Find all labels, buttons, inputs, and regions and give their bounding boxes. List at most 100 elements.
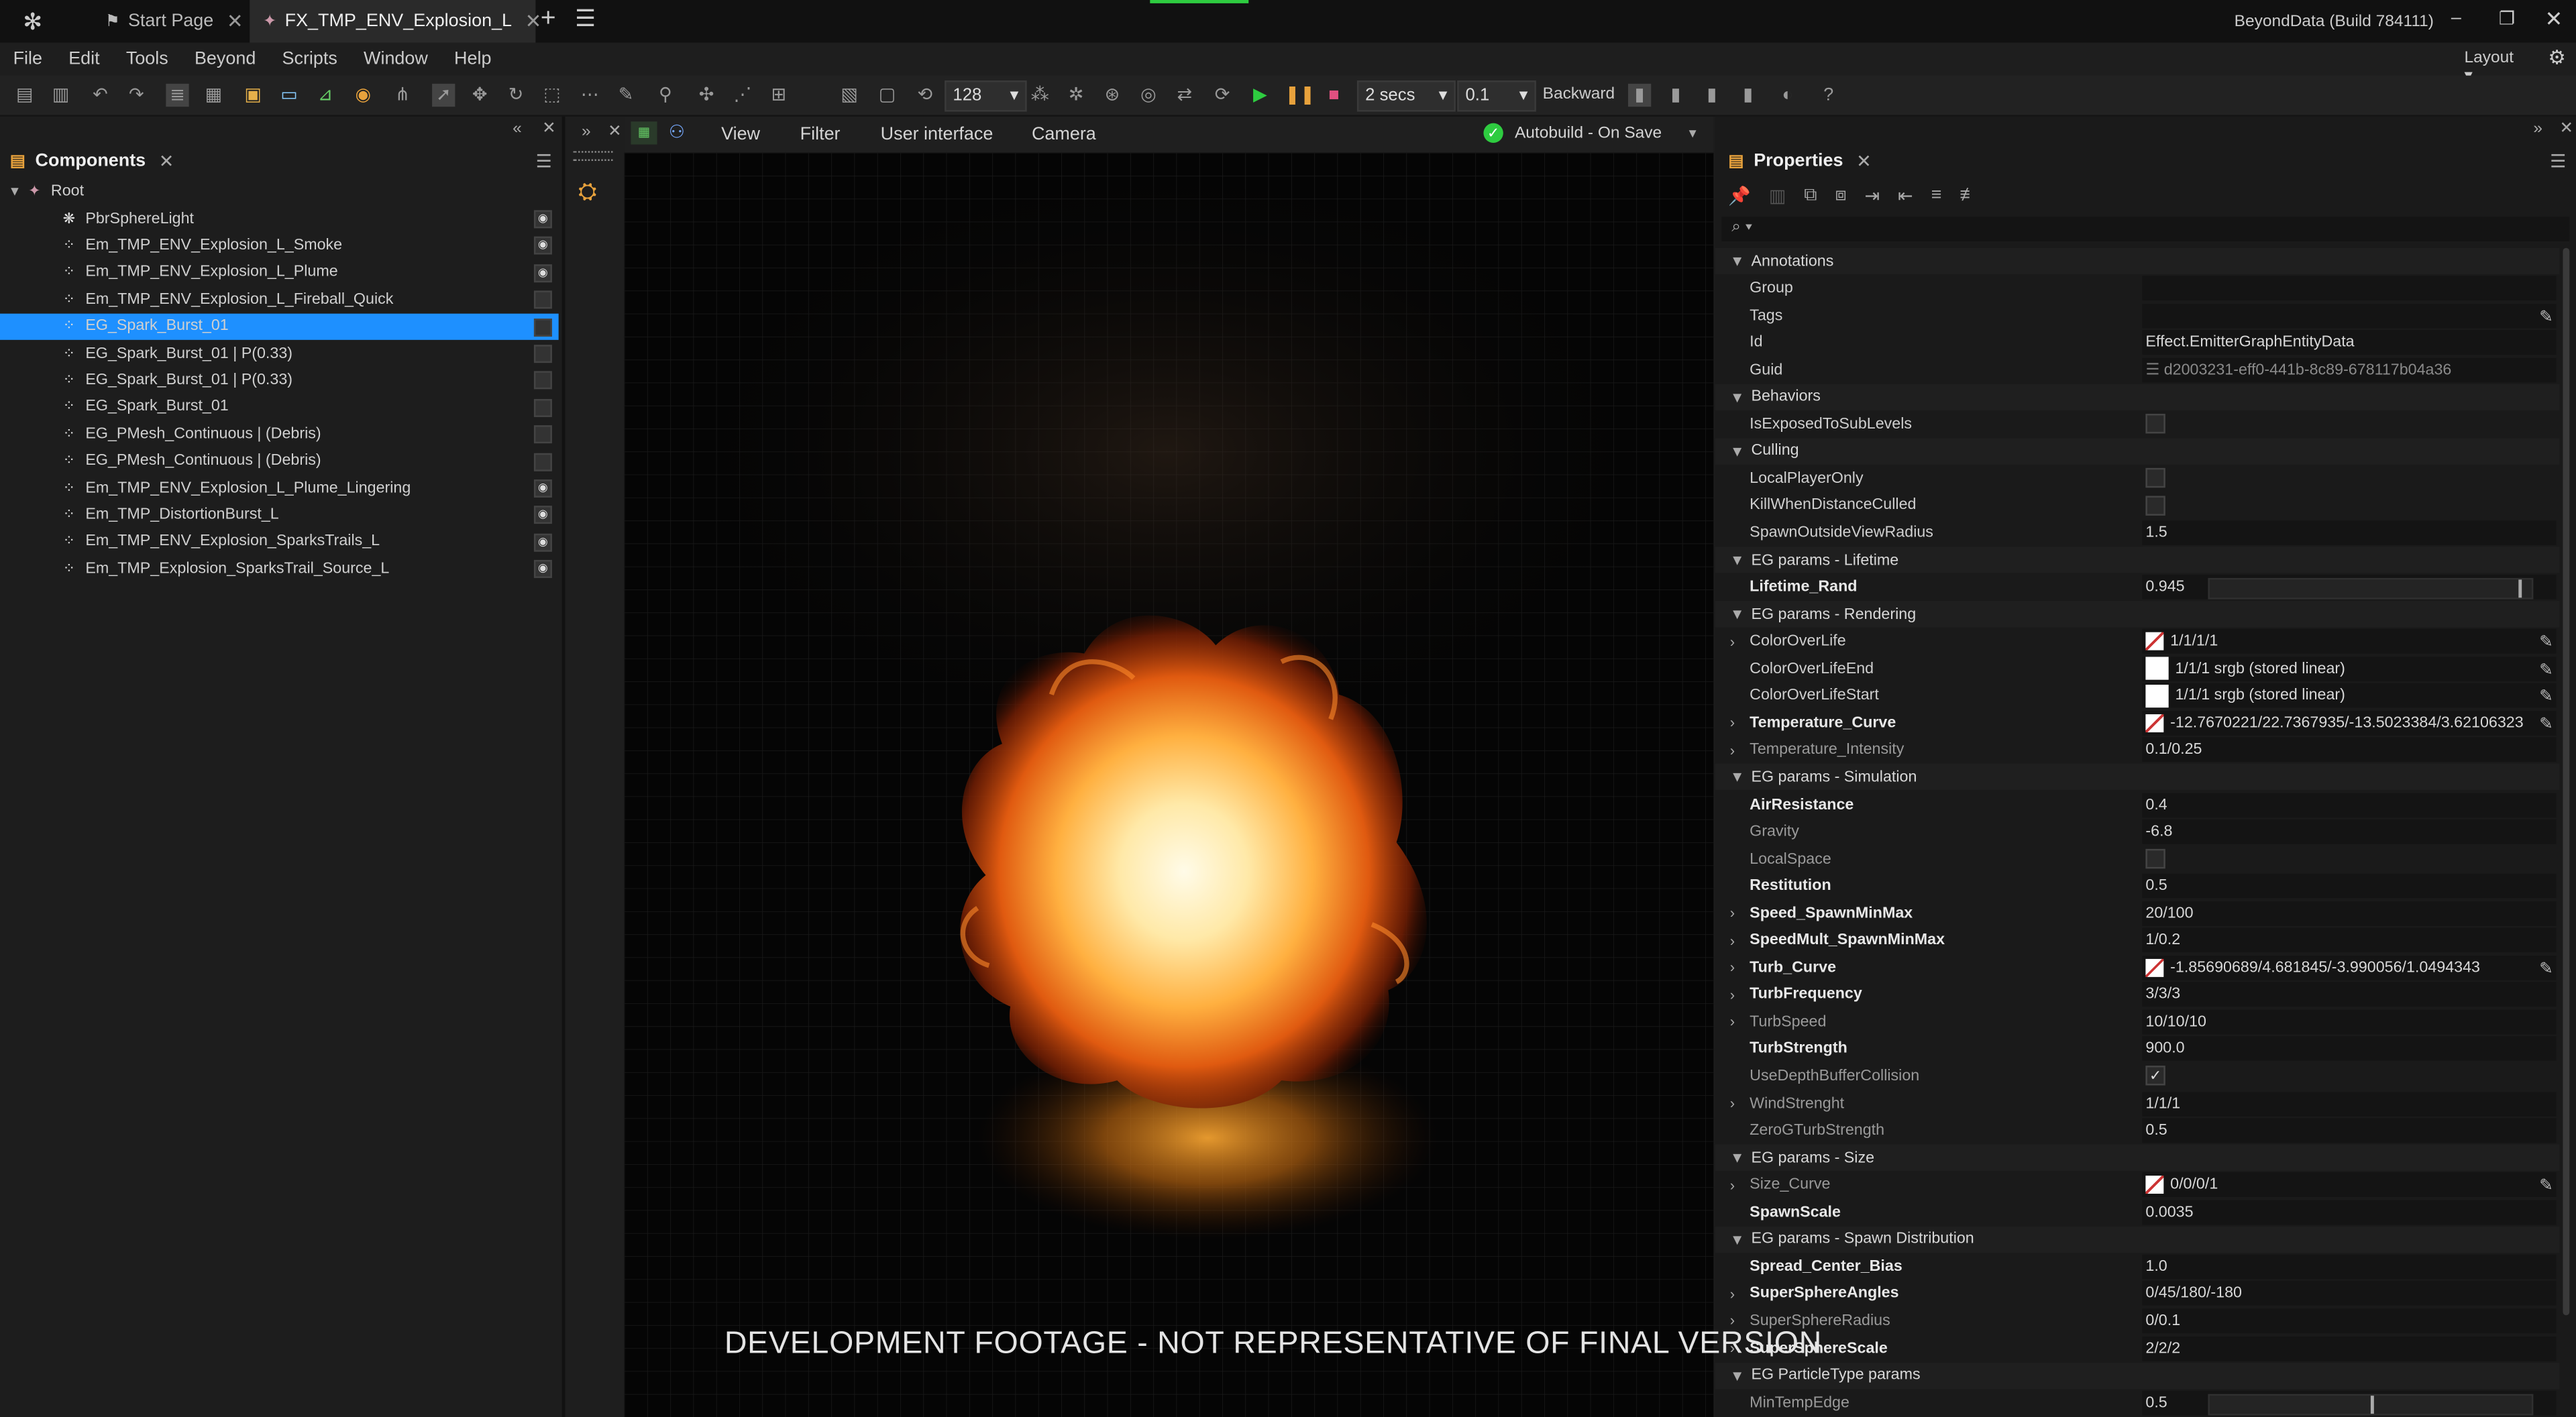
render-viewport[interactable]	[624, 152, 1714, 1417]
value-slider[interactable]	[2208, 1393, 2534, 1415]
tree-item[interactable]: ⁘ EG_PMesh_Continuous | (Debris)	[0, 420, 559, 447]
visibility-toggle-icon[interactable]	[533, 318, 552, 336]
particle-icon[interactable]: ⊛	[1101, 84, 1124, 107]
property-section[interactable]: ▼ EG params - Simulation	[1715, 764, 2560, 791]
edit-icon[interactable]: ✎	[2539, 712, 2553, 735]
property-value[interactable]: 1/1/1 srgb (stored linear) ✎	[2142, 656, 2557, 681]
undo-icon[interactable]: ↶	[89, 84, 111, 107]
scale-tool-icon[interactable]: ⬚	[541, 84, 564, 107]
tree-item[interactable]: ⁘ Em_TMP_ENV_Explosion_SparksTrails_L ◉	[0, 528, 559, 555]
panel-menu-icon[interactable]: ☰	[536, 150, 552, 171]
visibility-toggle-icon[interactable]	[533, 345, 552, 363]
stats-4-icon[interactable]: ▮	[1737, 84, 1760, 107]
chevron-down-icon[interactable]: ▼	[1730, 443, 1745, 459]
menu-tools[interactable]: Tools	[126, 49, 168, 68]
tree-item[interactable]: ⁘ EG_Spark_Burst_01 | P(0.33)	[0, 367, 559, 393]
pin-icon[interactable]: ⚲	[654, 84, 677, 107]
chevron-down-icon[interactable]: ▼	[1730, 769, 1745, 785]
checkbox[interactable]: ✓	[2145, 1066, 2165, 1086]
settings-gear-icon[interactable]: ⚙	[2548, 46, 2565, 69]
property-value[interactable]: 0.5	[2142, 1390, 2557, 1415]
pencil-icon[interactable]: ✎	[614, 84, 637, 107]
property-value[interactable]: 1.5	[2142, 520, 2557, 545]
collapse-panel-icon[interactable]: «	[513, 120, 522, 138]
import-icon[interactable]: ⇥	[1865, 184, 1880, 206]
chevron-down-icon[interactable]: ▼	[1730, 1149, 1745, 1166]
edit-icon[interactable]: ✎	[2539, 957, 2553, 980]
property-value[interactable]	[2142, 466, 2556, 491]
property-value[interactable]: 10/10/10	[2142, 1009, 2557, 1035]
visibility-toggle-icon[interactable]	[533, 290, 552, 309]
property-value[interactable]	[2142, 276, 2557, 301]
visibility-toggle-icon[interactable]: ◉	[533, 533, 552, 552]
property-value[interactable]: 0.1/0.25	[2142, 738, 2557, 763]
property-value[interactable]: Effect.EmitterGraphEntityData	[2142, 330, 2557, 355]
export-icon[interactable]: ⇤	[1898, 184, 1913, 206]
menu-edit[interactable]: Edit	[68, 49, 99, 68]
property-value[interactable]: -12.7670221/22.7367935/-13.5023384/3.621…	[2142, 710, 2557, 736]
stats-1-icon[interactable]: ▮	[1627, 83, 1652, 107]
monitor-icon[interactable]: ▭	[278, 84, 301, 107]
property-value[interactable]: 0.945	[2142, 575, 2557, 600]
tree-item[interactable]: ⁘ Em_TMP_ENV_Explosion_L_Plume_Lingering ◉	[0, 475, 559, 501]
chevron-right-icon[interactable]: ›	[1730, 1095, 1735, 1111]
chevron-right-icon[interactable]: ›	[1730, 715, 1735, 731]
visibility-toggle-icon[interactable]	[533, 372, 552, 390]
content-icon[interactable]: ▦	[202, 84, 225, 107]
viewport-menu-user-interface[interactable]: User interface	[881, 125, 994, 144]
help-icon[interactable]: ?	[1817, 84, 1840, 107]
color-swatch[interactable]	[2145, 657, 2169, 681]
close-window-icon[interactable]: ✕	[2545, 7, 2563, 33]
drag-handle[interactable]	[573, 151, 613, 161]
visibility-toggle-icon[interactable]: ◉	[533, 237, 552, 256]
chevron-right-icon[interactable]: ›	[1730, 1177, 1735, 1193]
loop-icon[interactable]: ⟲	[914, 84, 936, 107]
property-section[interactable]: ▼ Annotations	[1715, 247, 2560, 274]
restore-icon[interactable]: ❐	[2499, 8, 2515, 30]
property-value[interactable]: ✎	[2142, 302, 2557, 328]
property-value[interactable]: 3/3/3	[2142, 982, 2557, 1007]
resolution-select[interactable]: 128 ▾	[945, 80, 1027, 112]
visibility-toggle-icon[interactable]	[533, 425, 552, 444]
step-select[interactable]: 0.1 ▾	[1457, 80, 1536, 112]
visibility-toggle-icon[interactable]: ◉	[533, 560, 552, 579]
tree-item[interactable]: ⁘ EG_Spark_Burst_01	[0, 313, 559, 339]
close-icon[interactable]: ✕	[1856, 150, 1872, 171]
property-value[interactable]: ✓	[2142, 1064, 2556, 1089]
list-view-icon[interactable]: ≣	[166, 83, 189, 107]
property-value[interactable]: 1/1/1	[2142, 1091, 2557, 1116]
close-icon[interactable]: ✕	[608, 123, 622, 141]
eye-icon[interactable]: ◎	[1137, 84, 1160, 107]
property-value[interactable]	[2142, 846, 2556, 871]
edit-icon[interactable]: ✎	[2539, 658, 2553, 681]
expand-icon[interactable]: »	[582, 123, 591, 141]
chevron-down-icon[interactable]: ▼	[1730, 253, 1745, 269]
minimize-icon[interactable]: –	[2451, 8, 2461, 27]
camera-mode-icon[interactable]: ▦	[631, 121, 657, 145]
chevron-down-icon[interactable]: ▼	[1730, 1231, 1745, 1247]
frame-icon[interactable]: ▢	[875, 84, 898, 107]
property-value[interactable]: 2/2/2	[2142, 1335, 2557, 1361]
checkbox[interactable]	[2145, 414, 2165, 435]
align-icon[interactable]: ⋰	[731, 84, 754, 107]
spawn-icon[interactable]: ⁂	[1028, 84, 1051, 107]
property-value[interactable]: 900.0	[2142, 1037, 2557, 1062]
menu-window[interactable]: Window	[364, 49, 428, 68]
curve-swatch-icon[interactable]	[2145, 714, 2164, 732]
properties-scrollbar[interactable]	[2563, 247, 2570, 1316]
node-icon[interactable]: ⋔	[391, 84, 414, 107]
pivot-icon[interactable]: ✣	[695, 84, 718, 107]
edit-icon[interactable]: ✎	[2539, 1174, 2553, 1197]
new-tab-icon[interactable]: +	[541, 5, 556, 34]
tree-item[interactable]: ⁘ Em_TMP_DistortionBurst_L ◉	[0, 502, 559, 528]
property-value[interactable]: 1/1/1 srgb (stored linear) ✎	[2142, 683, 2557, 709]
property-value[interactable]: 0/0.1	[2142, 1308, 2557, 1334]
tab-menu-icon[interactable]: ☰	[575, 5, 596, 33]
property-section[interactable]: ▼ EG params - Size	[1715, 1144, 2560, 1172]
visibility-toggle-icon[interactable]: ◉	[533, 479, 552, 498]
lock-icon[interactable]: ▥	[1769, 184, 1786, 206]
tab-start-page[interactable]: ⚑ Start Page ✕	[92, 0, 256, 43]
graph-icon[interactable]: ⊿	[314, 84, 337, 107]
stats-3-icon[interactable]: ▮	[1701, 84, 1723, 107]
property-value[interactable]: 0.0035	[2142, 1200, 2557, 1225]
